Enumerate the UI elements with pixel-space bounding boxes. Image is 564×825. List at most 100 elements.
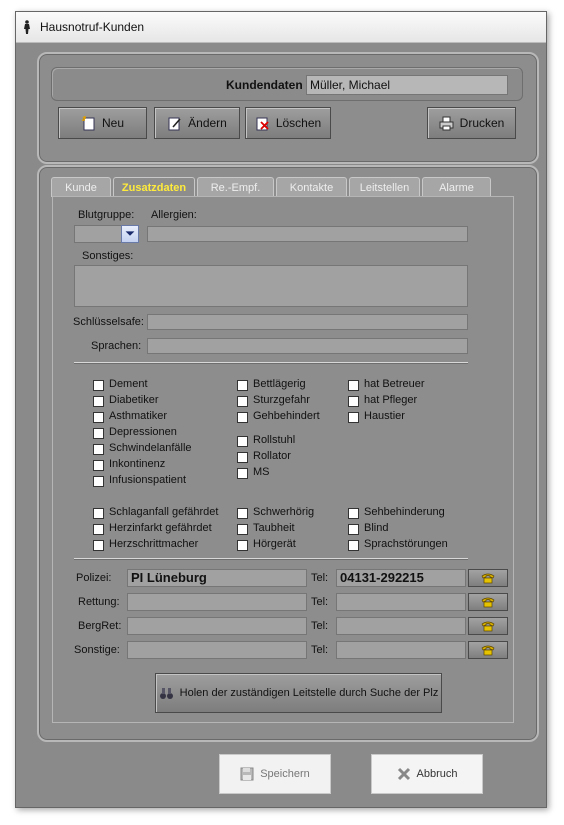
new-button[interactable]: Neu [58,107,147,139]
new-button-label: Neu [101,116,124,130]
checkbox[interactable] [93,412,104,423]
tab-re-empf[interactable]: Re.-Empf. [197,177,274,197]
checkbox-label: Asthmatiker [109,410,168,422]
checkbox-label: Rollator [253,450,291,462]
sonstiges-textarea[interactable] [74,265,468,307]
print-button-label: Drucken [459,116,505,130]
allergien-label: Allergien: [151,209,197,221]
search-leitstelle-button[interactable]: Holen der zuständigen Leitstelle durch S… [155,673,442,713]
checkbox[interactable] [348,540,359,551]
save-button[interactable]: Speichern [219,754,331,794]
customer-name-field[interactable]: Müller, Michael [306,75,508,95]
checkbox[interactable] [93,540,104,551]
tab-kunde[interactable]: Kunde [51,177,111,197]
checkbox[interactable] [348,412,359,423]
checkbox[interactable] [93,476,104,487]
checkbox[interactable] [348,508,359,519]
checkbox-label: Inkontinenz [109,458,166,470]
schluesselsafe-field[interactable] [147,314,468,330]
chevron-down-icon[interactable] [121,225,139,243]
phone-icon [481,573,495,584]
contact-label: Sonstige: [74,644,120,656]
new-icon [81,115,95,130]
dial-button[interactable] [468,617,508,635]
contact-name-field[interactable] [127,617,307,635]
contact-name-field[interactable]: PI Lüneburg [127,569,307,587]
checkbox[interactable] [93,396,104,407]
checkbox[interactable] [348,396,359,407]
checkbox[interactable] [93,460,104,471]
edit-icon [168,117,181,130]
edit-button[interactable]: Ändern [154,107,240,139]
sprachen-label: Sprachen: [91,340,142,352]
contact-phone-field[interactable] [336,593,466,611]
checkbox-label: Sturzgefahr [253,394,310,406]
delete-button-label: Löschen [275,116,322,130]
checkbox[interactable] [237,412,248,423]
checkbox[interactable] [237,468,248,479]
sonstiges-label: Sonstiges: [82,250,134,262]
checkbox-label: MS [253,466,270,478]
checkbox-label: Schwerhörig [253,506,315,518]
checkbox[interactable] [93,428,104,439]
checkbox[interactable] [348,524,359,535]
checkbox-label: hat Betreuer [364,378,425,390]
allergien-field[interactable] [147,226,468,242]
print-button[interactable]: Drucken [427,107,516,139]
checkbox[interactable] [237,540,248,551]
cancel-x-icon [397,767,410,781]
divider-top [74,362,468,364]
dial-button[interactable] [468,641,508,659]
cancel-button[interactable]: Abbruch [371,754,483,794]
contact-name-field[interactable] [127,641,307,659]
contact-label: Rettung: [78,596,120,608]
delete-button[interactable]: Löschen [245,107,331,139]
cancel-button-label: Abbruch [416,768,458,780]
tel-label: Tel: [311,644,329,656]
kundendaten-label: Kundendaten [226,78,303,92]
checkbox[interactable] [237,452,248,463]
tab-leitstellen[interactable]: Leitstellen [349,177,420,197]
checkbox[interactable] [237,524,248,535]
floppy-icon [240,767,254,781]
tel-label: Tel: [311,572,329,584]
checkbox-label: Taubheit [253,522,295,534]
checkbox-label: Schwindelanfälle [109,442,192,454]
checkbox-label: Herzinfarkt gefährdet [109,522,212,534]
window-title: Hausnotruf-Kunden [40,20,145,34]
main-window: Hausnotruf-Kunden Kundendaten Müller, Mi… [15,11,547,808]
checkbox[interactable] [93,380,104,391]
person-icon [24,20,30,34]
checkbox[interactable] [348,380,359,391]
checkbox-label: Haustier [364,410,405,422]
checkbox-label: hat Pfleger [364,394,418,406]
search-leitstelle-label: Holen der zuständigen Leitstelle durch S… [179,687,439,699]
contact-name-field[interactable] [127,593,307,611]
contact-label: BergRet: [78,620,122,632]
checkbox-label: Depressionen [109,426,177,438]
save-button-label: Speichern [260,768,310,780]
checkbox-label: Herzschrittmacher [109,538,199,550]
checkbox[interactable] [237,508,248,519]
checkbox[interactable] [237,380,248,391]
checkbox-label: Gehbehindert [253,410,320,422]
checkbox[interactable] [93,444,104,455]
checkbox[interactable] [93,508,104,519]
checkbox[interactable] [237,436,248,447]
sprachen-field[interactable] [147,338,468,354]
contact-phone-field[interactable] [336,617,466,635]
dial-button[interactable] [468,569,508,587]
checkbox-label: Sehbehinderung [364,506,445,518]
checkbox-label: Dement [109,378,148,390]
checkbox[interactable] [93,524,104,535]
binoculars-icon [159,687,173,699]
contact-phone-field[interactable]: 04131-292215 [336,569,466,587]
divider-bottom [74,558,468,560]
tab-kontakte[interactable]: Kontakte [276,177,347,197]
phone-icon [481,621,495,632]
checkbox[interactable] [237,396,248,407]
dial-button[interactable] [468,593,508,611]
contact-phone-field[interactable] [336,641,466,659]
tab-zusatzdaten[interactable]: Zusatzdaten [113,177,195,197]
tab-alarme[interactable]: Alarme [422,177,491,197]
